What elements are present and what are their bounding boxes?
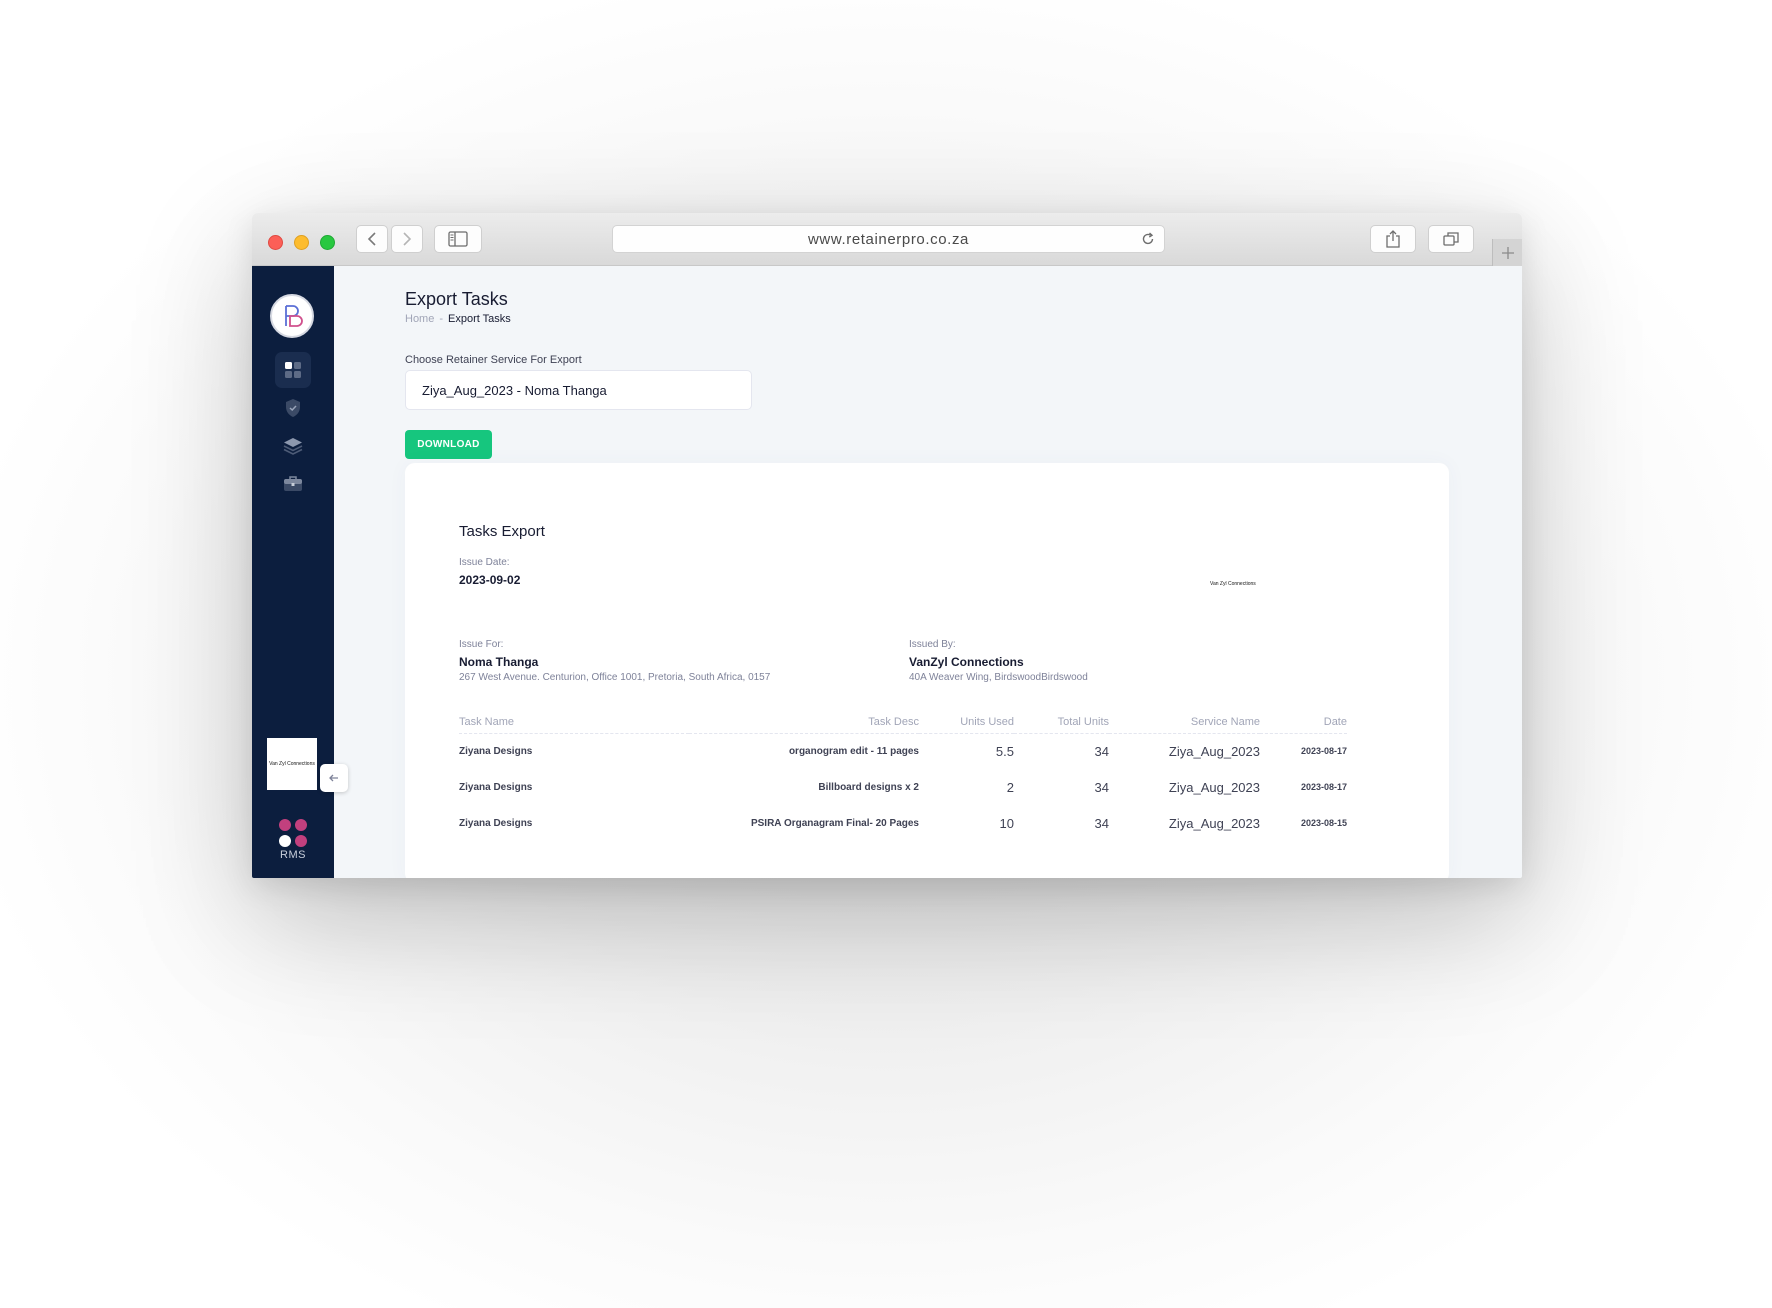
rms-label: RMS (280, 849, 306, 861)
client-logo-text: Van Zyl Connections (269, 761, 315, 767)
rms-logo-icon (279, 819, 310, 847)
col-date: Date (1260, 711, 1347, 734)
backdrop: www.retainerpro.co.za Van Zyl Connection… (0, 0, 1772, 1308)
cell-task-name: Ziyana Designs (459, 781, 533, 793)
address-bar[interactable]: www.retainerpro.co.za (612, 225, 1165, 253)
retainer-service-select[interactable]: Ziya_Aug_2023 - Noma Thanga (405, 370, 752, 410)
table-row: Ziyana Designs organogram edit - 11 page… (459, 733, 1347, 769)
breadcrumb-home[interactable]: Home (405, 313, 434, 325)
cell-units-used: 5.5 (995, 743, 1014, 759)
browser-window: www.retainerpro.co.za Van Zyl Connection… (252, 213, 1522, 878)
issued-by-label: Issued By: (909, 639, 956, 650)
cell-total-units: 34 (1094, 743, 1109, 759)
cell-task-name: Ziyana Designs (459, 817, 533, 829)
cell-service-name: Ziya_Aug_2023 (1168, 815, 1260, 831)
client-logo: Van Zyl Connections (267, 738, 317, 790)
table-header-row: Task Name Task Desc Units Used Total Uni… (459, 711, 1347, 734)
cell-date: 2023-08-15 (1300, 818, 1347, 828)
share-icon (1386, 230, 1400, 248)
col-task-desc: Task Desc (689, 711, 919, 734)
sidebar-item-layers[interactable] (275, 428, 311, 464)
issue-for-address: 267 West Avenue. Centurion, Office 1001,… (459, 672, 771, 683)
col-total-units: Total Units (1014, 711, 1109, 734)
briefcase-icon (284, 476, 302, 491)
rms-brand: RMS (276, 819, 310, 861)
col-task-name: Task Name (459, 711, 689, 734)
cell-task-name: Ziyana Designs (459, 745, 533, 757)
breadcrumb-separator: - (439, 313, 444, 325)
company-logo-text: Van Zyl Connections (1210, 581, 1256, 587)
company-logo: Van Zyl Connections (1210, 581, 1256, 587)
col-service-name: Service Name (1109, 711, 1260, 734)
main-content: Export Tasks Home - Export Tasks Choose Re… (334, 266, 1522, 878)
maximize-window-button[interactable] (320, 235, 335, 250)
new-tab-button[interactable] (1492, 239, 1522, 266)
grid-icon (285, 362, 301, 378)
sidebar-item-security[interactable] (275, 390, 311, 426)
retainer-select-value: Ziya_Aug_2023 - Noma Thanga (422, 382, 607, 398)
tabs-icon (1443, 232, 1459, 246)
browser-titlebar: www.retainerpro.co.za (252, 213, 1522, 266)
cell-service-name: Ziya_Aug_2023 (1168, 779, 1260, 795)
rp-monogram-icon (285, 305, 303, 327)
page-title: Export Tasks (405, 289, 508, 309)
shield-check-icon (286, 399, 300, 417)
export-title: Tasks Export (459, 523, 545, 540)
cell-service-name: Ziya_Aug_2023 (1168, 743, 1260, 759)
cell-task-desc: organogram edit - 11 pages (788, 745, 919, 757)
breadcrumb: Home - Export Tasks (405, 313, 511, 325)
tasks-table: Task Name Task Desc Units Used Total Uni… (459, 711, 1347, 841)
sidebar-collapse-button[interactable] (320, 764, 348, 792)
close-window-button[interactable] (268, 235, 283, 250)
issue-for-label: Issue For: (459, 639, 504, 650)
plus-icon (1501, 246, 1514, 259)
layers-icon (283, 438, 303, 455)
chevron-left-icon (367, 232, 376, 246)
retainer-select-label: Choose Retainer Service For Export (405, 354, 582, 366)
issue-date-value: 2023-09-02 (459, 573, 521, 587)
table-row: Ziyana Designs PSIRA Organagram Final- 2… (459, 805, 1347, 841)
issued-by-name: VanZyl Connections (909, 655, 1024, 669)
minimize-window-button[interactable] (294, 235, 309, 250)
tasks-export-card: Tasks Export Issue Date: 2023-09-02 Van … (405, 463, 1449, 878)
sidebar-icon (448, 231, 468, 247)
tabs-overview-button[interactable] (1428, 225, 1474, 253)
reload-icon[interactable] (1140, 231, 1156, 251)
sidebar-item-dashboard[interactable] (275, 352, 311, 388)
forward-button[interactable] (391, 225, 423, 253)
url-text: www.retainerpro.co.za (808, 230, 969, 248)
back-button[interactable] (356, 225, 388, 253)
app-logo[interactable] (270, 294, 314, 338)
chevron-right-icon (403, 232, 412, 246)
cell-date: 2023-08-17 (1300, 746, 1347, 757)
cell-units-used: 10 (999, 815, 1014, 831)
table-row: Ziyana Designs Billboard designs x 2 2 3… (459, 769, 1347, 805)
issued-by-address: 40A Weaver Wing, BirdswoodBirdswood (909, 672, 1088, 683)
cell-task-desc: Billboard designs x 2 (818, 781, 919, 793)
cell-total-units: 34 (1094, 779, 1109, 795)
cell-date: 2023-08-17 (1300, 782, 1347, 792)
col-units-used: Units Used (919, 711, 1014, 734)
arrow-left-icon (329, 774, 338, 782)
issue-date-label: Issue Date: (459, 557, 510, 568)
cell-units-used: 2 (1006, 779, 1014, 795)
sidebar-toggle-button[interactable] (434, 225, 482, 253)
breadcrumb-current: Export Tasks (448, 313, 511, 325)
sidebar-item-briefcase[interactable] (275, 466, 311, 502)
cell-total-units: 34 (1094, 815, 1109, 831)
download-button[interactable]: DOWNLOAD (405, 430, 492, 459)
issue-for-name: Noma Thanga (459, 655, 539, 669)
cell-task-desc: PSIRA Organagram Final- 20 Pages (750, 817, 919, 829)
share-button[interactable] (1370, 225, 1416, 253)
